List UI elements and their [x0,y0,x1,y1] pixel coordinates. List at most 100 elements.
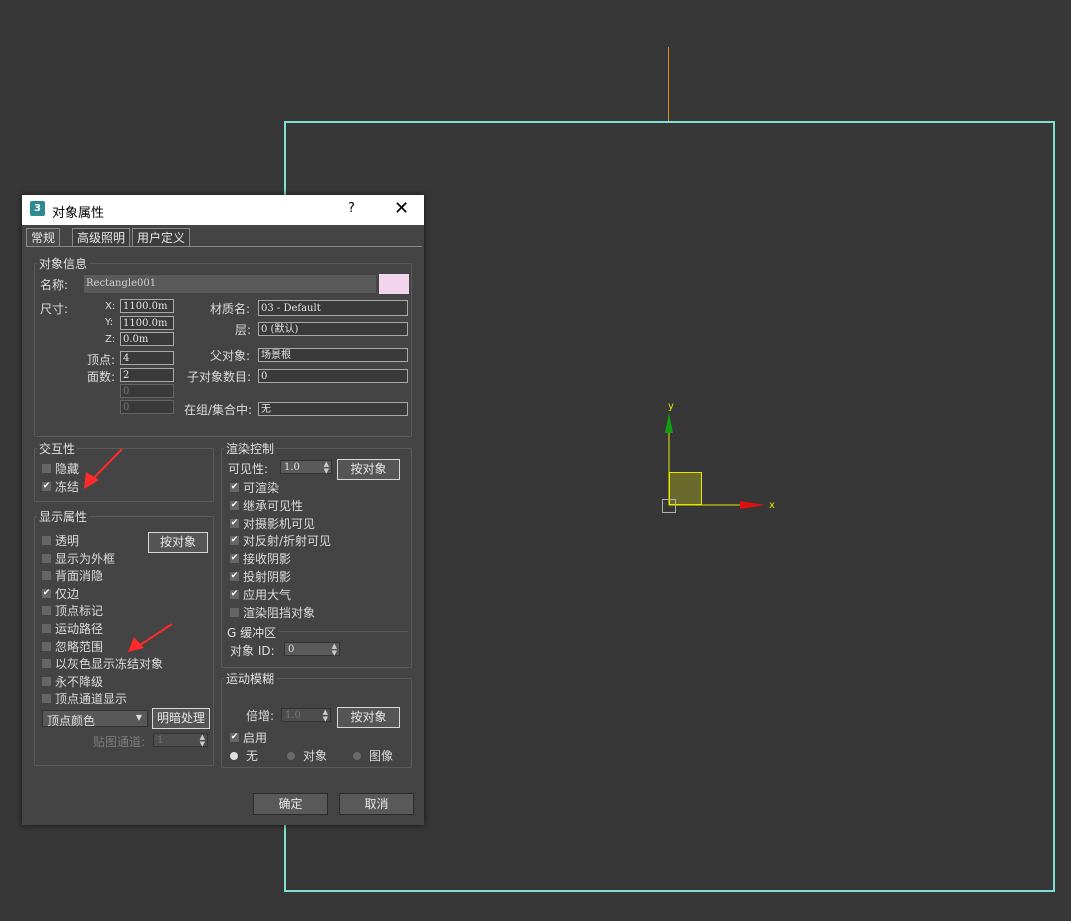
dialog-title: 对象属性 [52,206,105,221]
close-icon[interactable]: ✕ [394,198,409,219]
spinner-arrows-icon[interactable]: ▲ ▼ [323,709,328,723]
radio-object[interactable]: 对象 [287,747,327,764]
map-channel-spinner[interactable]: 1 ▲ ▼ [153,733,208,748]
object-color-swatch[interactable] [379,274,409,294]
radio-image[interactable]: 图像 [353,747,393,764]
display-option-checkbox[interactable]: 顶点标记 [42,602,103,619]
freeze-check[interactable]: ✔ [42,482,51,491]
display-option-check[interactable] [42,571,51,581]
display-option-check[interactable] [42,553,51,563]
object-properties-dialog: 3 对象属性 ? ✕ 常规 高级照明 用户定义 对象信息 名称: Rectang… [22,195,424,825]
display-by-object-button[interactable]: 按对象 [148,532,208,553]
x-dim-field: 1100.0m [120,299,174,313]
render-option-checkbox[interactable]: ✔ 接收阴影 [230,550,291,567]
name-input[interactable]: Rectangle001 [84,275,376,293]
y-dim-field: 1100.0m [120,316,174,330]
render-option-check[interactable]: ✔ [230,589,239,599]
spinner-arrows-icon[interactable]: ▲ ▼ [324,461,329,475]
render-option-checkbox[interactable]: ✔ 对反射/折射可见 [230,532,331,549]
display-option-check[interactable] [42,536,51,545]
multiplier-spinner[interactable]: 1.0 ▲ ▼ [281,708,331,723]
render-option-check[interactable] [230,607,239,617]
enable-check[interactable]: ✔ [230,733,239,742]
layer-label: 层: [235,323,252,337]
render-option-check[interactable]: ✔ [230,518,239,528]
object-id-spinner[interactable]: 0 ▲ ▼ [284,642,340,657]
render-option-text: 继承可见性 [243,498,304,513]
tab-general[interactable]: 常规 [26,228,61,247]
display-option-text: 显示为外框 [55,551,116,566]
display-option-checkbox[interactable]: ✔ 仅边 [42,585,79,602]
hide-check[interactable] [42,464,51,473]
display-option-checkbox[interactable]: 背面消隐 [42,567,103,584]
radio-none-text: 无 [246,749,259,763]
display-option-checkbox[interactable]: 透明 [42,532,79,549]
spinner-arrows-icon[interactable]: ▲ ▼ [200,734,205,748]
display-option-check[interactable] [42,641,51,651]
display-option-checkbox[interactable]: 以灰色显示冻结对象 [42,655,163,672]
display-option-check[interactable] [42,624,51,633]
pivot-line [668,47,669,122]
display-option-check[interactable] [42,676,51,686]
ok-button[interactable]: 确定 [253,793,328,815]
render-option-check[interactable]: ✔ [230,483,239,492]
parent-label: 父对象: [210,349,251,363]
render-option-check[interactable]: ✔ [230,536,239,546]
title-bar[interactable]: 3 对象属性 ? ✕ [22,195,424,225]
enable-checkbox[interactable]: ✔ 启用 [230,729,267,746]
radio-object-dot[interactable] [287,751,295,760]
radio-image-text: 图像 [369,749,394,763]
render-option-text: 投射阴影 [243,570,292,584]
freeze-checkbox[interactable]: ✔ 冻结 [42,478,79,495]
hide-checkbox[interactable]: 隐藏 [42,460,79,477]
gbuffer-label: G 缓冲区 [225,624,279,641]
render-option-check[interactable]: ✔ [230,554,239,564]
render-option-checkbox[interactable]: ✔ 应用大气 [230,586,291,603]
render-option-checkbox[interactable]: ✔ 继承可见性 [230,497,303,514]
render-option-text: 对反射/折射可见 [243,534,332,549]
radio-none-dot[interactable] [230,751,238,760]
vertices-field: 4 [120,351,174,365]
parent-field: 场景根 [258,348,408,362]
display-option-check[interactable]: ✔ [42,588,51,598]
display-option-checkbox[interactable]: 忽略范围 [42,638,103,655]
render-option-checkbox[interactable]: ✔ 对摄影机可见 [230,515,315,532]
help-button[interactable]: ? [348,201,355,216]
render-option-text: 接收阴影 [243,552,292,567]
map-channel-value: 1 [157,735,164,746]
z-dim-field: 0.0m [120,332,174,346]
render-option-checkbox[interactable]: ✔ 投射阴影 [230,568,291,585]
radio-image-dot[interactable] [353,751,361,760]
display-properties-label: 显示属性 [37,508,90,525]
x-axis-arrow[interactable] [740,501,765,509]
display-option-text: 背面消隐 [55,569,104,584]
shading-button[interactable]: 明暗处理 [152,708,210,729]
visibility-value: 1.0 [284,462,300,473]
visibility-label: 可见性: [228,462,269,476]
display-option-checkbox[interactable]: 显示为外框 [42,550,115,567]
visibility-spinner[interactable]: 1.0 ▲ ▼ [280,460,332,475]
render-option-check[interactable]: ✔ [230,572,239,581]
display-option-checkbox[interactable]: 运动路径 [42,620,103,637]
render-by-object-button[interactable]: 按对象 [337,459,400,480]
x-label: X: [105,301,116,312]
tab-advanced-lighting[interactable]: 高级照明 [72,228,131,247]
vertex-color-select[interactable]: 顶点颜色 ▼ [42,710,148,728]
name-label: 名称: [40,278,69,292]
motion-by-object-button[interactable]: 按对象 [337,707,400,728]
display-option-check[interactable] [42,694,51,704]
display-option-checkbox[interactable]: 顶点通道显示 [42,690,127,707]
spinner-arrows-icon[interactable]: ▲ ▼ [332,643,337,657]
display-option-checkbox[interactable]: 永不降级 [42,673,103,690]
transform-gizmo[interactable]: y x [640,395,790,520]
display-option-check[interactable] [42,659,51,669]
render-option-checkbox[interactable]: 渲染阻挡对象 [230,604,315,621]
y-axis-arrow[interactable] [665,413,673,433]
radio-none[interactable]: 无 [230,747,258,764]
z-label: Z: [105,334,116,345]
render-option-checkbox[interactable]: ✔ 可渲染 [230,479,279,496]
render-option-check[interactable]: ✔ [230,500,239,510]
tab-user-defined[interactable]: 用户定义 [132,228,191,247]
display-option-check[interactable] [42,606,51,616]
cancel-button[interactable]: 取消 [339,793,414,815]
